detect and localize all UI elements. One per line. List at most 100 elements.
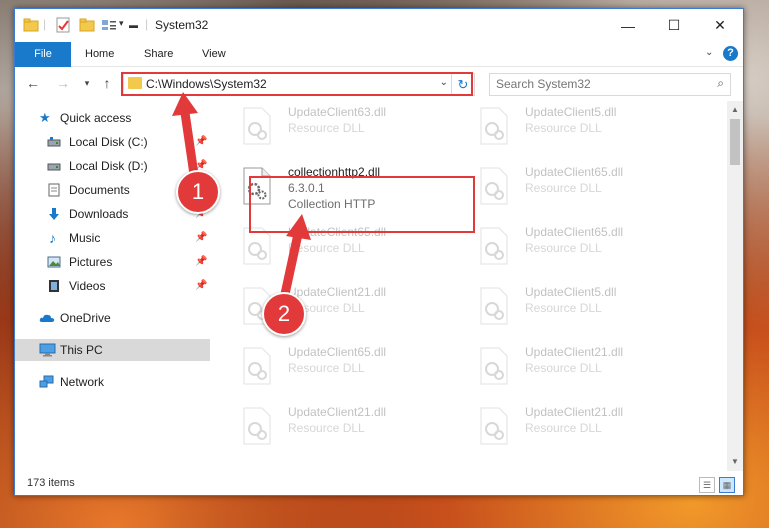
title-bar: | ▾ ▬ | System32 — ☐ ✕ [15,9,743,42]
scroll-up-icon[interactable]: ▲ [727,103,743,117]
nav-item-network[interactable]: Network [15,371,210,393]
videos-icon [49,280,59,292]
nav-item-label: Music [69,231,101,245]
dll-file-icon [480,227,508,265]
dll-file-icon [243,107,271,145]
download-icon [49,208,59,220]
file-type: Resource DLL [525,361,602,375]
scroll-down-icon[interactable]: ▼ [727,455,743,469]
dll-file-icon [480,407,508,445]
nav-item-videos[interactable]: Videos 📌 [15,275,210,297]
window-title: System32 [155,18,209,32]
file-name: UpdateClient5.dll [525,285,617,299]
item-count: 173 items [27,477,75,489]
file-list: UpdateClient63.dll Resource DLL UpdateCl… [222,101,727,471]
file-type: Resource DLL [525,181,602,195]
file-name: UpdateClient21.dll [525,405,624,419]
file-item[interactable]: UpdateClient5.dll Resource DLL [469,281,699,331]
nav-item-this-pc[interactable]: This PC [15,339,210,361]
step-2-badge: 2 [262,292,306,336]
qat-overflow-icon[interactable]: ▬ [129,20,138,30]
file-name: UpdateClient65.dll [288,345,387,359]
folder-icon[interactable] [23,17,39,33]
nav-item-quick-access[interactable]: ★ Quick access [15,107,210,129]
tab-home[interactable]: Home [71,42,128,66]
properties-icon[interactable] [55,17,71,33]
file-name: UpdateClient5.dll [525,105,617,119]
file-item[interactable]: UpdateClient65.dll Resource DLL [469,221,699,271]
qat-dropdown-icon[interactable]: ▾ [119,18,124,29]
file-item[interactable]: UpdateClient21.dll Resource DLL [469,401,699,451]
forward-arrow-icon[interactable]: → [53,73,73,93]
customize-icon[interactable] [101,17,117,33]
network-icon [39,375,54,388]
file-item[interactable]: UpdateClient21.dll Resource DLL [232,401,462,451]
file-type: Resource DLL [288,121,365,135]
music-icon: ♪ [49,230,56,246]
nav-item-label: Pictures [69,255,113,269]
dll-file-icon [480,287,508,325]
nav-item-label: Downloads [69,207,129,221]
file-type: Resource DLL [288,361,365,375]
search-input[interactable] [490,74,702,93]
file-type: Resource DLL [288,241,365,255]
ribbon: File Home Share View ⌄ ? [15,42,743,92]
dll-file-icon [243,407,271,445]
navigation-bar: ← → ▾ ↑ C:\Windows\System32 ⌄ ↻ ⌕ [15,67,743,99]
file-name: UpdateClient21.dll [288,405,387,419]
back-arrow-icon[interactable]: ← [23,73,43,93]
file-item[interactable]: UpdateClient65.dll Resource DLL [232,341,462,391]
search-icon[interactable]: ⌕ [717,76,724,91]
dll-file-icon [480,167,508,205]
maximize-button[interactable]: ☐ [651,9,697,42]
up-arrow-icon[interactable]: ↑ [97,73,117,93]
tab-share[interactable]: Share [130,42,187,66]
file-item[interactable]: UpdateClient21.dll Resource DLL [469,341,699,391]
nav-item-label: Quick access [60,111,132,125]
nav-item-local-disk-c[interactable]: Local Disk (C:) 📌 [15,131,210,153]
file-type: Resource DLL [525,121,602,135]
nav-item-local-disk-d[interactable]: Local Disk (D:) 📌 [15,155,210,177]
nav-item-onedrive[interactable]: OneDrive [15,307,210,329]
dll-file-icon [243,347,271,385]
nav-item-pictures[interactable]: Pictures 📌 [15,251,210,273]
recent-locations-icon[interactable]: ▾ [77,73,97,93]
file-type: Resource DLL [525,241,602,255]
file-name: UpdateClient63.dll [288,105,387,119]
dll-file-icon [480,107,508,145]
file-type: Resource DLL [288,421,365,435]
nav-item-label: Local Disk (C:) [69,135,148,149]
search-box[interactable]: ⌕ [489,73,731,96]
file-item[interactable]: UpdateClient63.dll Resource DLL [232,101,462,151]
scrollbar-thumb[interactable] [730,119,740,165]
file-type: Resource DLL [525,421,602,435]
close-button[interactable]: ✕ [697,9,743,42]
tab-view[interactable]: View [188,42,240,66]
minimize-button[interactable]: — [605,9,651,42]
new-folder-icon[interactable] [79,17,95,33]
pin-icon: 📌 [195,256,208,267]
star-icon: ★ [39,110,51,125]
documents-icon [48,183,60,197]
separator: | [145,17,149,31]
file-name: UpdateClient65.dll [525,225,624,239]
vertical-scrollbar[interactable]: ▲ ▼ [727,101,743,471]
file-name: UpdateClient21.dll [525,345,624,359]
nav-item-label: Documents [69,183,130,197]
pin-icon: 📌 [195,232,208,243]
file-highlight-box [249,176,475,233]
details-view-icon[interactable]: ☰ [699,477,715,493]
separator: | [43,17,47,31]
nav-item-music[interactable]: ♪ Music 📌 [15,227,210,249]
tiles-view-icon[interactable]: ▦ [719,477,735,493]
navigation-pane: ★ Quick access Local Disk (C:) 📌 Local D… [15,101,210,471]
cloud-icon [39,314,55,322]
expand-ribbon-icon[interactable]: ⌄ [705,47,713,58]
nav-item-label: Local Disk (D:) [69,159,148,173]
status-bar: 173 items ☰ ▦ [15,473,743,495]
help-button[interactable]: ? [723,46,738,61]
file-explorer-window: | ▾ ▬ | System32 — ☐ ✕ File Home Share V… [14,8,744,496]
file-item[interactable]: UpdateClient65.dll Resource DLL [469,161,699,211]
file-item[interactable]: UpdateClient5.dll Resource DLL [469,101,699,151]
drive-icon [47,163,61,171]
